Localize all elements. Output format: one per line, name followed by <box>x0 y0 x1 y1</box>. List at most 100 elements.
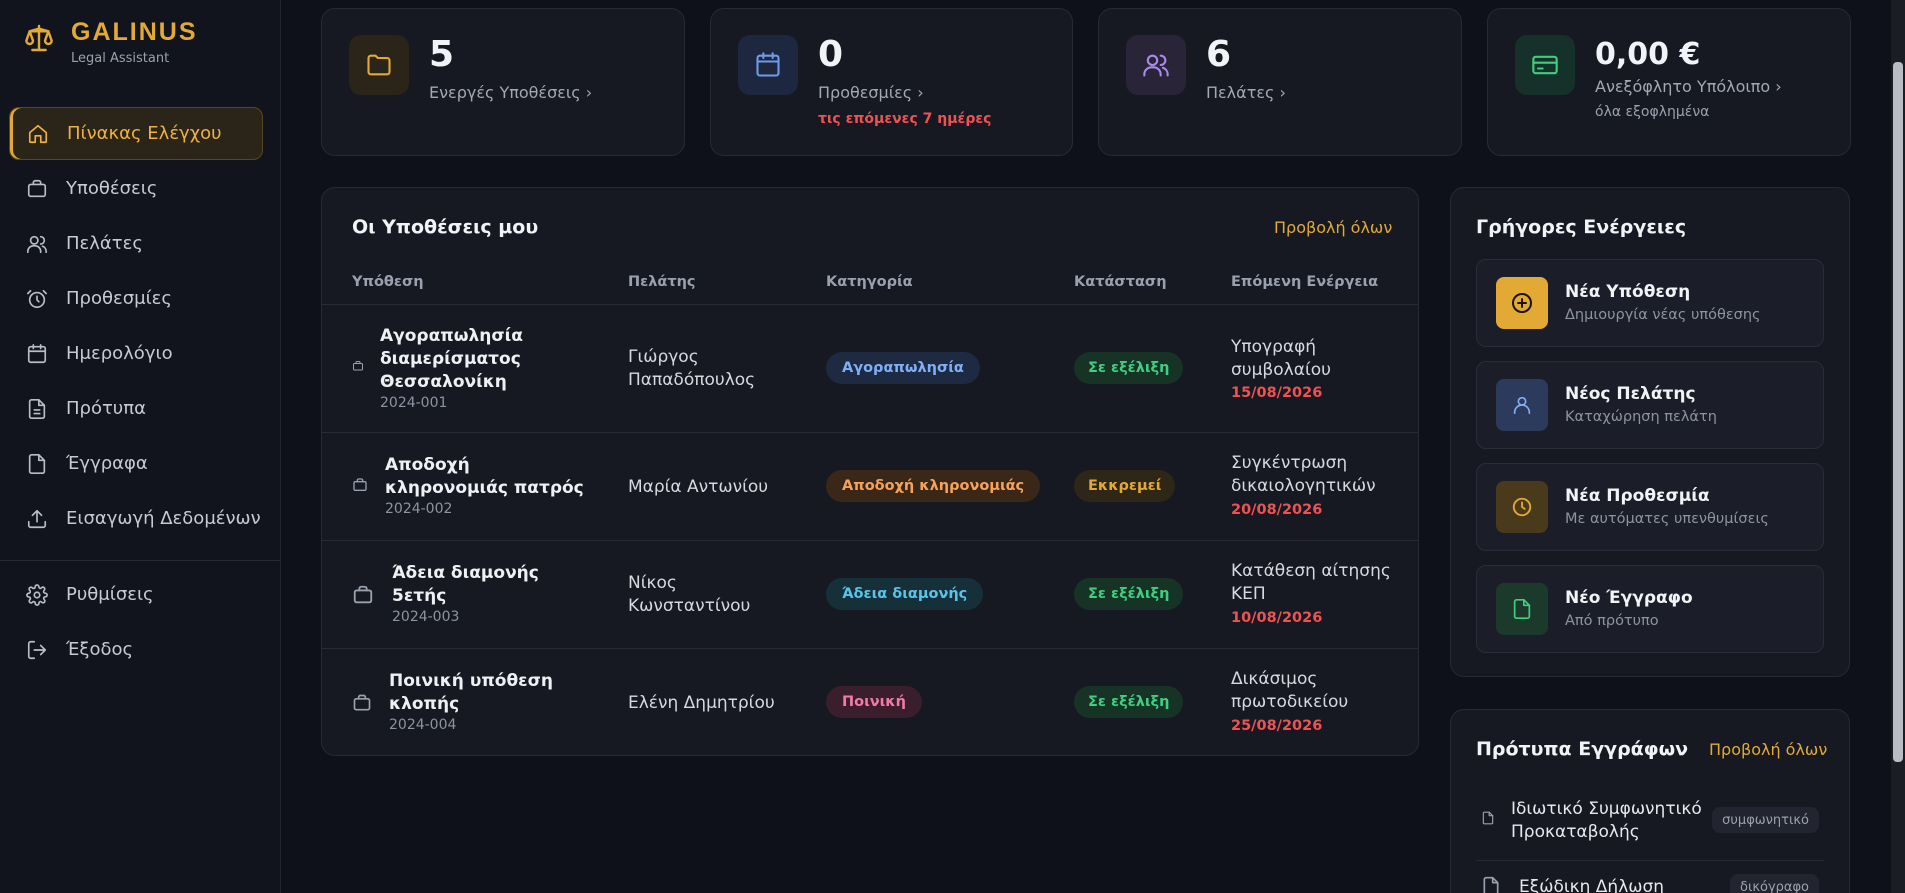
templates-view-all-link[interactable]: Προβολή όλων <box>1709 740 1827 759</box>
stat-card-clients[interactable]: 6 Πελάτες › <box>1098 8 1462 156</box>
sidebar-item-settings[interactable]: Ρυθμίσεις <box>9 568 263 621</box>
column-header-status: Κατάσταση <box>1074 274 1167 290</box>
scrollbar-thumb[interactable] <box>1893 62 1903 762</box>
alarm-clock-icon <box>26 288 48 310</box>
category-badge: Αγοραπωλησία <box>826 352 980 384</box>
sidebar-item-clients[interactable]: Πελάτες <box>9 217 263 270</box>
column-header-next-action: Επόμενη Ενέργεια <box>1231 274 1379 290</box>
quick-action-subtitle: Καταχώρηση πελάτη <box>1565 409 1717 425</box>
case-title-line: 5ετής <box>392 586 447 606</box>
stat-subtext: τις επόμενες 7 ημέρες <box>818 111 992 127</box>
logout-icon <box>26 639 48 661</box>
case-client[interactable]: Ελένη Δημητρίου <box>628 692 775 715</box>
clock-icon <box>1496 481 1548 533</box>
column-header-client: Πελάτης <box>628 274 696 290</box>
next-action-date: 10/08/2026 <box>1231 610 1323 626</box>
quick-action-subtitle: Από πρότυπο <box>1565 613 1659 629</box>
next-action-line: πρωτοδικείου <box>1231 692 1349 712</box>
next-action-line: Υπογραφή <box>1231 337 1317 357</box>
quick-actions-title: Γρήγορες Ενέργειες <box>1476 216 1687 238</box>
case-title-line: Άδεια διαμονής <box>392 563 539 583</box>
stat-label[interactable]: Ανεξόφλητο Υπόλοιπο › <box>1595 77 1782 96</box>
calendar-icon <box>26 343 48 365</box>
status-badge: Σε εξέλιξη <box>1074 578 1184 610</box>
quick-action-title: Νέο Έγγραφο <box>1565 588 1693 608</box>
case-title-line: κλοπής <box>389 694 460 714</box>
users-icon <box>26 233 48 255</box>
file-icon <box>1481 810 1495 829</box>
stat-card-outstanding-balance[interactable]: 0,00 € Ανεξόφλητο Υπόλοιπο › όλα εξοφλημ… <box>1487 8 1851 156</box>
sidebar-item-calendar[interactable]: Ημερολόγιο <box>9 327 263 380</box>
next-action: Δικάσιμος πρωτοδικείου <box>1231 668 1348 714</box>
sidebar-item-label: Πρότυπα <box>66 398 146 419</box>
case-client[interactable]: Νίκος Κωνσταντίνου <box>628 572 750 618</box>
sidebar-item-templates[interactable]: Πρότυπα <box>9 382 263 435</box>
sidebar-item-documents[interactable]: Έγγραφα <box>9 437 263 490</box>
case-client[interactable]: Γιώργος Παπαδόπουλος <box>628 346 755 392</box>
next-action-line: ΚΕΠ <box>1231 584 1266 604</box>
category-badge: Αποδοχή κληρονομιάς <box>826 470 1041 502</box>
next-action: Συγκέντρωση δικαιολογητικών <box>1231 452 1376 498</box>
next-action: Υπογραφή συμβολαίου <box>1231 336 1331 382</box>
case-title[interactable]: Αγοραπωλησία διαμερίσματος Θεσσαλονίκη <box>380 325 523 394</box>
case-title-line: κληρονομιάς πατρός <box>385 478 584 498</box>
stat-card-deadlines[interactable]: 0 Προθεσμίες › τις επόμενες 7 ημέρες <box>710 8 1073 156</box>
file-icon <box>26 453 48 475</box>
user-icon <box>1496 379 1548 431</box>
category-badge: Ποινική <box>826 686 922 718</box>
client-name-line: Παπαδόπουλος <box>628 370 756 390</box>
case-title[interactable]: Άδεια διαμονής 5ετής <box>392 562 539 608</box>
client-name-line: Νίκος <box>628 573 677 593</box>
brand: GALINUS Legal Assistant <box>23 18 198 66</box>
list-item[interactable]: Ιδιωτικό Συμφωνητικό Προκαταβολής συμφων… <box>1476 796 1824 846</box>
new-client-button[interactable]: Νέος Πελάτης Καταχώρηση πελάτη <box>1476 361 1824 449</box>
stat-subtext: όλα εξοφλημένα <box>1595 104 1710 120</box>
new-document-button[interactable]: Νέο Έγγραφο Από πρότυπο <box>1476 565 1824 653</box>
list-item[interactable]: Εξώδικη Δήλωση δικόγραφο <box>1476 860 1824 893</box>
sidebar-item-cases[interactable]: Υποθέσεις <box>9 162 263 215</box>
case-title-line: Ποινική υπόθεση <box>389 671 553 691</box>
stat-card-active-cases[interactable]: 5 Ενεργές Υποθέσεις › <box>321 8 685 156</box>
status-badge: Σε εξέλιξη <box>1074 686 1184 718</box>
home-icon <box>27 123 49 145</box>
template-name-line: Ιδιωτικό Συμφωνητικό <box>1511 799 1702 819</box>
quick-action-subtitle: Δημιουργία νέας υπόθεσης <box>1565 307 1761 323</box>
sidebar-item-label: Έγγραφα <box>66 453 148 474</box>
sidebar-item-label: Υποθέσεις <box>66 178 158 199</box>
next-action-line: συμβολαίου <box>1231 360 1331 380</box>
column-header-category: Κατηγορία <box>826 274 913 290</box>
brand-name: GALINUS <box>71 18 198 46</box>
document-templates-title: Πρότυπα Εγγράφων <box>1476 738 1689 760</box>
template-name: Ιδιωτικό Συμφωνητικό Προκαταβολής <box>1511 798 1702 844</box>
stat-value: 5 <box>429 34 455 75</box>
briefcase-icon <box>352 693 372 713</box>
next-action-line: δικαιολογητικών <box>1231 476 1376 496</box>
template-tag: συμφωνητικό <box>1712 807 1819 833</box>
sidebar-item-dashboard[interactable]: Πίνακας Ελέγχου <box>9 107 263 160</box>
cases-view-all-link[interactable]: Προβολή όλων <box>1274 218 1392 237</box>
status-badge: Εκκρεμεί <box>1074 470 1176 502</box>
sidebar-item-logout[interactable]: Έξοδος <box>9 623 263 676</box>
quick-action-title: Νέα Προθεσμία <box>1565 486 1710 506</box>
case-title-line: Αγοραπωλησία <box>380 326 523 346</box>
sidebar-item-import[interactable]: Εισαγωγή Δεδομένων <box>9 492 263 545</box>
stat-label[interactable]: Πελάτες › <box>1206 83 1286 102</box>
new-deadline-button[interactable]: Νέα Προθεσμία Με αυτόματες υπενθυμίσεις <box>1476 463 1824 551</box>
stat-label[interactable]: Προθεσμίες › <box>818 83 924 102</box>
sidebar-item-label: Ημερολόγιο <box>66 343 173 364</box>
upload-icon <box>26 508 48 530</box>
sidebar-item-deadlines[interactable]: Προθεσμίες <box>9 272 263 325</box>
folder-icon <box>349 35 409 95</box>
scales-icon <box>23 18 55 58</box>
case-title[interactable]: Αποδοχή κληρονομιάς πατρός <box>385 454 584 500</box>
new-case-button[interactable]: Νέα Υπόθεση Δημιουργία νέας υπόθεσης <box>1476 259 1824 347</box>
stat-value: 6 <box>1206 34 1232 75</box>
calendar-icon <box>738 35 798 95</box>
page-scrollbar[interactable] <box>1891 0 1905 893</box>
case-title[interactable]: Ποινική υπόθεση κλοπής <box>389 670 553 716</box>
column-header-case: Υπόθεση <box>352 274 424 290</box>
case-client[interactable]: Μαρία Αντωνίου <box>628 476 768 499</box>
template-tag: δικόγραφο <box>1729 874 1819 893</box>
brand-subtitle: Legal Assistant <box>71 51 170 66</box>
stat-label[interactable]: Ενεργές Υποθέσεις › <box>429 83 592 102</box>
